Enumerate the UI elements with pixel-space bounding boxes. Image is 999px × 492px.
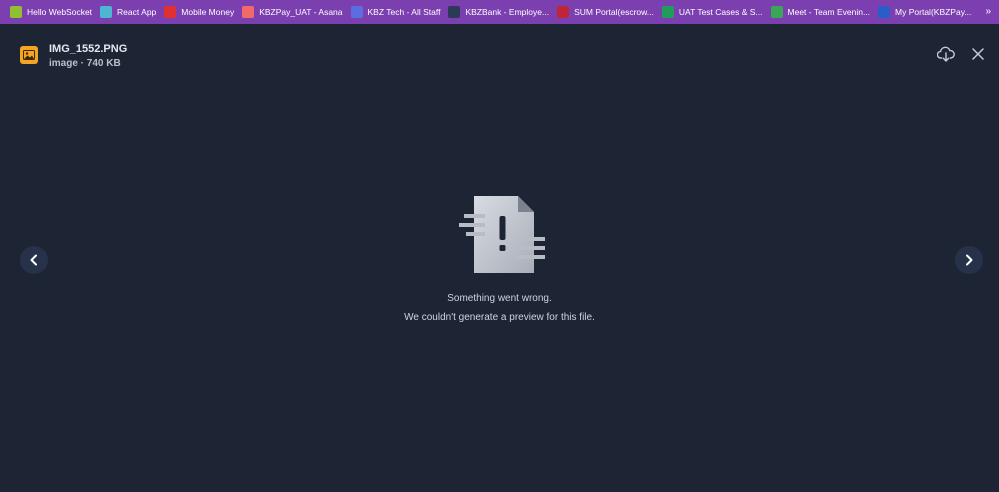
bookmarks-overflow-button[interactable]: » [985, 0, 991, 24]
leaf-icon [10, 6, 22, 18]
teams-icon [350, 6, 363, 18]
bookmark-label: SUM Portal(escrow... [574, 7, 654, 17]
chevron-right-icon [966, 254, 973, 266]
bookmark-label: Hello WebSocket [27, 7, 93, 17]
cloud-download-icon [937, 46, 955, 62]
file-name: IMG_1552.PNG [49, 43, 128, 55]
bookmark-item[interactable]: UAT Test Cases & S... [660, 0, 769, 24]
bookmark-label: My Portal(KBZPay... [895, 7, 972, 17]
bookmark-label: UAT Test Cases & S... [678, 7, 763, 17]
previous-button[interactable] [20, 246, 48, 274]
file-meta: image · 740 KB [49, 58, 121, 69]
error-title: Something went wrong. [447, 293, 552, 304]
mobile-money-icon [164, 6, 177, 18]
bookmark-item[interactable]: KBZPay_UAT - Asana [240, 0, 348, 24]
chevron-left-icon [30, 254, 37, 266]
error-detail: We couldn't generate a preview for this … [404, 312, 595, 323]
portal-icon [878, 6, 891, 18]
next-button[interactable] [955, 246, 983, 274]
bookmark-item[interactable]: My Portal(KBZPay... [876, 0, 977, 24]
bookmark-item[interactable]: Hello WebSocket [8, 0, 98, 24]
bookmark-label: React App [117, 7, 157, 17]
kbz-icon [448, 6, 461, 18]
bookmarks-bar: Hello WebSocket React App Mobile Money KBZP… [0, 0, 999, 24]
bookmark-item[interactable]: KBZ Tech - All Staff [349, 0, 447, 24]
file-preview-viewer: IMG_1552.PNG image · 740 KB Something we… [0, 24, 999, 492]
download-button[interactable] [936, 44, 956, 64]
sheets-icon [661, 6, 674, 18]
broken-file-illustration [459, 196, 545, 273]
asana-icon [242, 6, 255, 18]
image-file-icon [20, 46, 38, 64]
bookmark-label: Meet - Team Evenin... [787, 7, 871, 17]
meet-icon [770, 6, 783, 18]
react-icon [100, 6, 113, 18]
bookmark-label: KBZ Tech - All Staff [367, 7, 441, 17]
bookmark-item[interactable]: Mobile Money [162, 0, 240, 24]
close-icon [972, 48, 984, 60]
bookmark-item[interactable]: React App [98, 0, 162, 24]
close-button[interactable] [968, 44, 988, 64]
bookmark-item[interactable]: KBZBank - Employe... [446, 0, 555, 24]
bookmark-label: Mobile Money [181, 7, 235, 17]
huawei-icon [557, 6, 570, 18]
bookmark-item[interactable]: SUM Portal(escrow... [555, 0, 660, 24]
bookmark-label: KBZBank - Employe... [465, 7, 550, 17]
bookmark-label: KBZPay_UAT - Asana [259, 7, 343, 17]
bookmark-item[interactable]: Meet - Team Evenin... [769, 0, 877, 24]
